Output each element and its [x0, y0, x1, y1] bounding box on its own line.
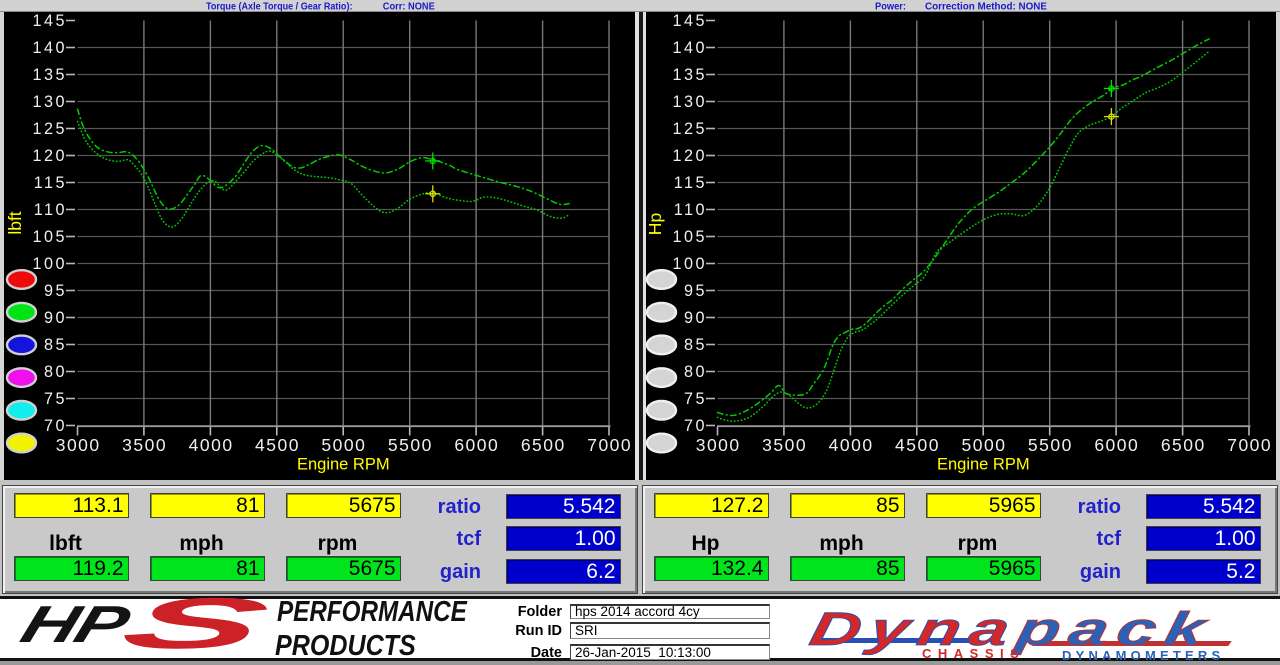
svg-text:95: 95: [684, 282, 707, 300]
svg-text:135: 135: [32, 66, 67, 84]
svg-text:6500: 6500: [521, 435, 566, 455]
svg-text:Engine RPM: Engine RPM: [297, 456, 390, 474]
svg-text:125: 125: [32, 120, 67, 138]
svg-text:105: 105: [32, 228, 67, 246]
svg-text:80: 80: [44, 363, 67, 381]
svg-text:85: 85: [44, 336, 67, 354]
svg-text:140: 140: [32, 39, 67, 57]
svg-text:4500: 4500: [895, 435, 940, 455]
svg-text:Torque (Axle Torque / Gear Rat: Torque (Axle Torque / Gear Ratio):: [206, 2, 353, 13]
svg-text:100: 100: [32, 255, 67, 273]
svg-text:7000: 7000: [1227, 435, 1272, 455]
svg-text:3000: 3000: [696, 435, 741, 455]
svg-text:6000: 6000: [454, 435, 499, 455]
svg-text:Engine RPM: Engine RPM: [937, 456, 1030, 474]
svg-text:90: 90: [44, 309, 67, 327]
svg-text:Correction Method: NONE: Correction Method: NONE: [925, 2, 1047, 13]
svg-text:145: 145: [672, 12, 707, 30]
svg-text:7000: 7000: [587, 435, 632, 455]
svg-text:125: 125: [672, 120, 707, 138]
svg-text:Hp: Hp: [645, 213, 665, 235]
svg-text:4000: 4000: [189, 435, 234, 455]
svg-text:6000: 6000: [1094, 435, 1139, 455]
svg-text:lbft: lbft: [5, 211, 25, 234]
svg-text:105: 105: [672, 228, 707, 246]
svg-text:110: 110: [674, 201, 707, 219]
svg-text:5500: 5500: [388, 435, 433, 455]
svg-text:5000: 5000: [962, 435, 1007, 455]
svg-text:100: 100: [672, 255, 707, 273]
svg-text:115: 115: [674, 174, 707, 192]
svg-text:120: 120: [672, 147, 707, 165]
svg-text:80: 80: [684, 363, 707, 381]
svg-text:90: 90: [684, 309, 707, 327]
svg-text:95: 95: [44, 282, 67, 300]
svg-text:130: 130: [672, 93, 707, 111]
svg-text:140: 140: [672, 39, 707, 57]
svg-text:115: 115: [34, 174, 67, 192]
svg-text:3000: 3000: [56, 435, 101, 455]
svg-text:145: 145: [32, 12, 67, 30]
svg-text:135: 135: [672, 66, 707, 84]
svg-text:5500: 5500: [1028, 435, 1073, 455]
svg-text:4500: 4500: [255, 435, 300, 455]
svg-text:120: 120: [32, 147, 67, 165]
svg-text:3500: 3500: [762, 435, 807, 455]
svg-text:75: 75: [684, 390, 707, 408]
svg-text:130: 130: [32, 93, 67, 111]
svg-text:3500: 3500: [122, 435, 167, 455]
svg-text:110: 110: [34, 201, 67, 219]
svg-text:4000: 4000: [829, 435, 874, 455]
svg-text:Corr: NONE: Corr: NONE: [383, 2, 435, 13]
svg-text:Power:: Power:: [875, 2, 906, 13]
svg-text:70: 70: [44, 417, 67, 435]
svg-text:6500: 6500: [1161, 435, 1206, 455]
svg-text:5000: 5000: [321, 435, 366, 455]
svg-text:85: 85: [684, 336, 707, 354]
svg-text:70: 70: [684, 417, 707, 435]
svg-text:75: 75: [44, 390, 67, 408]
